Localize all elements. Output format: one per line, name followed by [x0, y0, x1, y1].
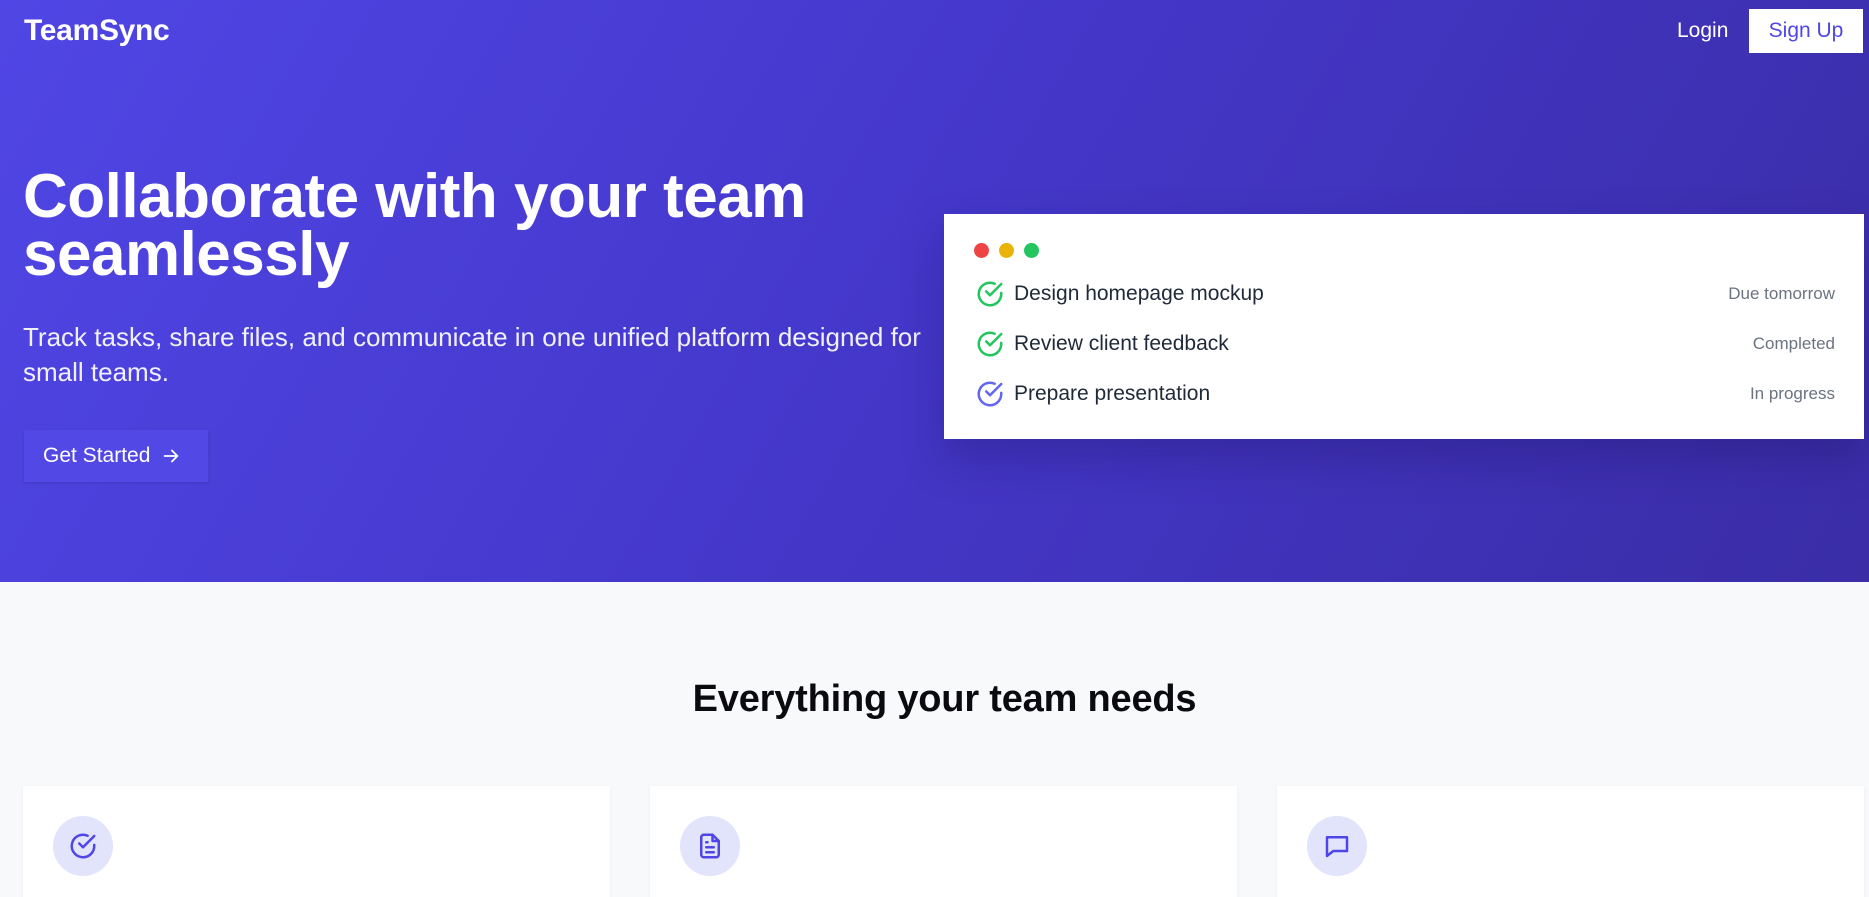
get-started-button[interactable]: Get Started [24, 430, 208, 482]
task-status: In progress [1749, 384, 1835, 403]
login-link[interactable]: Login [1677, 19, 1728, 43]
task-label: Design homepage mockup [1014, 282, 1264, 305]
task-label: Prepare presentation [1014, 382, 1211, 405]
feature-icon-chat [1307, 816, 1367, 876]
window-dot-green [1024, 243, 1039, 258]
window-dot-yellow [999, 243, 1014, 258]
window-dot-red [974, 243, 989, 258]
brand-logo[interactable]: TeamSync [24, 14, 170, 48]
signup-button[interactable]: Sign Up [1749, 9, 1863, 53]
check-circle-icon [977, 281, 1003, 307]
check-circle-icon [977, 331, 1003, 357]
task-label: Review client feedback [1014, 332, 1229, 355]
task-status: Due tomorrow [1728, 284, 1835, 303]
feature-icon-tasks [53, 816, 113, 876]
task-item[interactable]: Prepare presentation In progress [975, 378, 1835, 410]
document-icon [700, 833, 720, 859]
task-item[interactable]: Review client feedback Completed [975, 328, 1835, 360]
check-circle-icon [70, 833, 96, 859]
get-started-label: Get Started [43, 444, 151, 467]
chat-bubble-icon [1325, 836, 1349, 858]
hero-title: Collaborate with your team seamlessly [23, 162, 806, 289]
features-title: Everything your team needs [692, 678, 1197, 720]
feature-icon-files [680, 816, 740, 876]
arrow-right-icon [164, 449, 179, 463]
task-item[interactable]: Design homepage mockup Due tomorrow [975, 278, 1835, 310]
hero-subtitle: Track tasks, share files, and communicat… [23, 322, 921, 387]
task-status: Completed [1752, 334, 1835, 353]
check-circle-icon [977, 381, 1003, 407]
